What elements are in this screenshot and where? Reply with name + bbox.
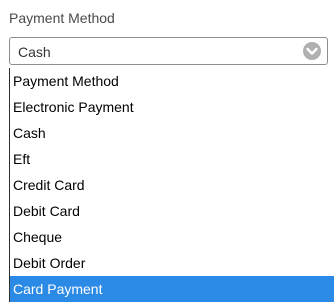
payment-method-label: Payment Method xyxy=(9,10,115,26)
option-cheque[interactable]: Cheque xyxy=(10,224,334,250)
option-payment-method[interactable]: Payment Method xyxy=(10,68,334,94)
payment-method-options: Payment Method Electronic Payment Cash E… xyxy=(9,68,334,302)
option-card-payment[interactable]: Card Payment xyxy=(10,276,334,302)
option-electronic-payment[interactable]: Electronic Payment xyxy=(10,94,334,120)
chevron-down-icon[interactable] xyxy=(302,41,322,61)
option-credit-card[interactable]: Credit Card xyxy=(10,172,334,198)
option-cash[interactable]: Cash xyxy=(10,120,334,146)
option-debit-card[interactable]: Debit Card xyxy=(10,198,334,224)
option-eft[interactable]: Eft xyxy=(10,146,334,172)
payment-method-select[interactable]: Cash xyxy=(9,37,328,65)
option-debit-order[interactable]: Debit Order xyxy=(10,250,334,276)
selected-value: Cash xyxy=(18,44,51,60)
